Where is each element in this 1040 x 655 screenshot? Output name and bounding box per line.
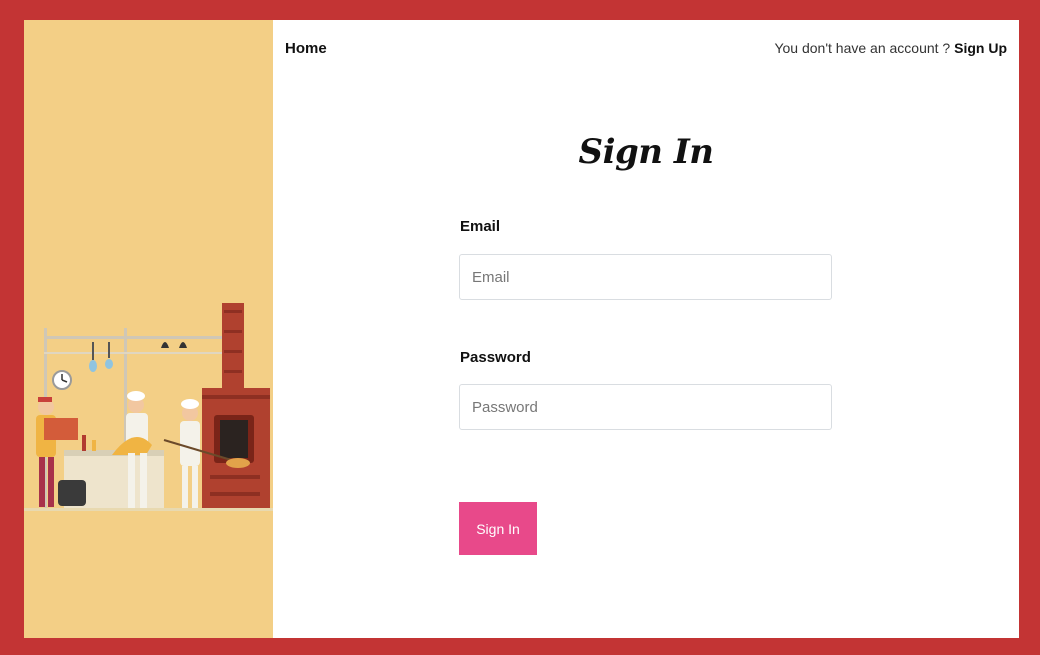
nav-account-prompt: You don't have an account ? Sign Up <box>774 40 1007 56</box>
account-prompt-text: You don't have an account ? <box>774 40 951 56</box>
brick-oven <box>202 303 270 510</box>
hanging-utensils <box>89 342 187 372</box>
kitchen-chefs-illustration <box>24 303 273 511</box>
page-frame: Home You don't have an account ? Sign Up… <box>24 20 1019 638</box>
sign-in-button[interactable]: Sign In <box>459 502 537 555</box>
email-label: Email <box>460 218 501 235</box>
sign-up-link[interactable]: Sign Up <box>954 40 1007 56</box>
wall-clock <box>52 370 72 390</box>
password-label: Password <box>460 349 531 366</box>
sidebar-illustration-panel <box>24 20 273 638</box>
email-field[interactable] <box>459 254 832 300</box>
nav-home-link[interactable]: Home <box>285 40 327 57</box>
main-content: Home You don't have an account ? Sign Up… <box>273 20 1019 638</box>
page-title: Sign In <box>578 132 714 172</box>
password-field[interactable] <box>459 384 832 430</box>
